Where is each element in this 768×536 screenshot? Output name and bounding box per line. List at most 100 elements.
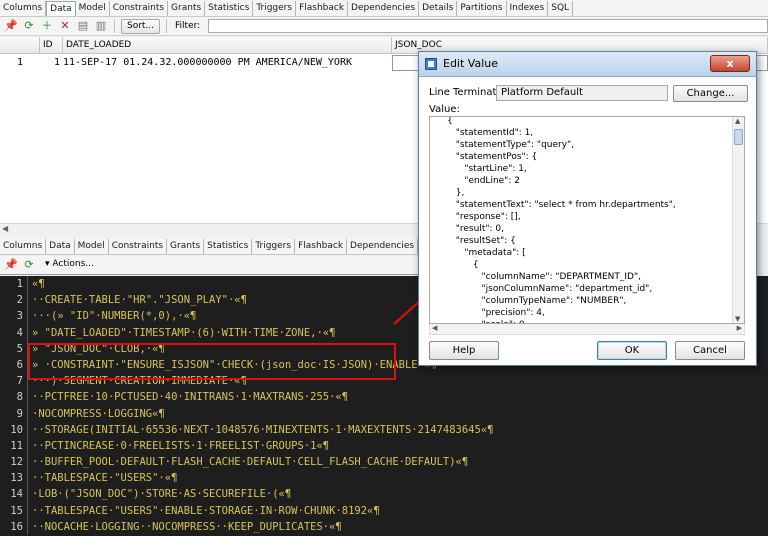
cell-date-loaded[interactable]: 11-SEP-17 01.24.32.000000000 PM AMERICA/… (63, 55, 392, 71)
code-text[interactable]: ··TABLESPACE·"USERS"·«¶ (28, 470, 177, 486)
value-horizontal-scrollbar[interactable]: ◀ ▶ (429, 324, 745, 335)
sql-toolbar: 📌 ⟳ ▾ Actions... (0, 256, 420, 275)
code-text[interactable]: ··PCTFREE·10·PCTUSED·40·INITRANS·1·MAXTR… (28, 389, 348, 405)
tab-flashback[interactable]: Flashback (296, 0, 349, 16)
tab-sql[interactable]: SQL (548, 0, 574, 16)
edit-value-icon (425, 58, 437, 70)
code-text[interactable]: ···(» "ID"·NUMBER(*,0),·«¶ (28, 308, 196, 324)
code-text[interactable]: ··PCTINCREASE·0·FREELISTS·1·FREELIST·GRO… (28, 438, 329, 454)
top-tab-strip: Columns Data Model Constraints Grants Statist… (0, 0, 768, 17)
code-line[interactable]: 15 ··TABLESPACE·"USERS"·ENABLE·STORAGE·IN… (0, 502, 768, 519)
row-number: 1 (0, 55, 40, 71)
code-text[interactable]: ··STORAGE(INITIAL·65536·NEXT·1048576·MIN… (28, 422, 493, 438)
tab-triggers[interactable]: Triggers (252, 238, 296, 254)
code-line[interactable]: 9 ·NOCOMPRESS·LOGGING«¶ (0, 405, 768, 422)
actions-button[interactable]: ▾ Actions... (40, 258, 99, 273)
scroll-down-icon[interactable]: ▼ (735, 315, 740, 323)
tab-model[interactable]: Model (76, 0, 110, 16)
delete-icon[interactable]: ✕ (58, 19, 72, 33)
help-button[interactable]: Help (429, 341, 499, 360)
tab-statistics[interactable]: Statistics (204, 238, 253, 254)
column-header-date-loaded[interactable]: DATE_LOADED (63, 37, 392, 54)
code-text[interactable]: » "DATE_LOADED"·TIMESTAMP·(6)·WITH·TIME·… (28, 325, 335, 341)
refresh-icon[interactable]: ⟳ (22, 19, 36, 33)
rollback-icon[interactable]: ▥ (94, 19, 108, 33)
tab-constraints[interactable]: Constraints (109, 238, 168, 254)
tab-triggers[interactable]: Triggers (253, 0, 297, 16)
highlight-box (28, 343, 396, 380)
line-number: 2 (0, 292, 28, 309)
dialog-titlebar[interactable]: Edit Value x (419, 52, 756, 77)
line-number: 14 (0, 486, 28, 503)
row-number-header (0, 37, 40, 54)
code-text[interactable]: ··BUFFER_POOL·DEFAULT·FLASH_CACHE·DEFAUL… (28, 454, 468, 470)
sort-button[interactable]: Sort... (121, 18, 161, 34)
bottom-tab-strip: Columns Data Model Constraints Grants Statist… (0, 238, 420, 255)
line-number: 16 (0, 518, 28, 535)
scroll-left-icon[interactable]: ◀ (432, 324, 437, 332)
scroll-thumb[interactable] (734, 129, 743, 145)
code-line[interactable]: 12 ··BUFFER_POOL·DEFAULT·FLASH_CACHE·DEFA… (0, 454, 768, 471)
line-number: 4 (0, 324, 28, 341)
code-text[interactable]: ··TABLESPACE·"USERS"·ENABLE·STORAGE·IN·R… (28, 503, 380, 519)
code-line[interactable]: 8 ··PCTFREE·10·PCTUSED·40·INITRANS·1·MAXT… (0, 389, 768, 406)
commit-icon[interactable]: ▤ (76, 19, 90, 33)
tab-grants[interactable]: Grants (168, 0, 206, 16)
tab-flashback[interactable]: Flashback (295, 238, 348, 254)
code-line[interactable]: 16 ··NOCACHE·LOGGING··NOCOMPRESS··KEEP_DU… (0, 518, 768, 535)
pin-icon[interactable]: 📌 (4, 258, 18, 272)
pin-icon[interactable]: 📌 (4, 19, 18, 33)
line-number: 13 (0, 470, 28, 487)
tab-dependencies[interactable]: Dependencies (348, 0, 420, 16)
code-line[interactable]: 10 ··STORAGE(INITIAL·65536·NEXT·1048576·M… (0, 421, 768, 438)
line-number: 3 (0, 308, 28, 325)
scroll-left-icon[interactable]: ◀ (2, 224, 8, 233)
tab-details[interactable]: Details (419, 0, 458, 16)
code-line[interactable]: 14 ·LOB·("JSON_DOC")·STORE·AS·SECUREFILE·… (0, 486, 768, 503)
change-button[interactable]: Change... (673, 85, 748, 102)
code-line[interactable]: 13 ··TABLESPACE·"USERS"·«¶ (0, 470, 768, 487)
code-line[interactable]: 11 ··PCTINCREASE·0·FREELISTS·1·FREELIST·G… (0, 437, 768, 455)
toolbar-separator (114, 19, 115, 33)
cell-id[interactable]: 1 (40, 55, 63, 71)
tab-columns[interactable]: Columns (0, 238, 47, 254)
filter-label: Filter: (175, 21, 201, 31)
tab-statistics[interactable]: Statistics (205, 0, 254, 16)
insert-row-icon[interactable]: ＋ (40, 19, 54, 33)
tab-partitions[interactable]: Partitions (457, 0, 507, 16)
tab-indexes[interactable]: Indexes (507, 0, 549, 16)
column-header-id[interactable]: ID (40, 37, 63, 54)
code-text[interactable]: «¶ (28, 276, 45, 292)
code-text[interactable]: ·NOCOMPRESS·LOGGING«¶ (28, 406, 165, 422)
scroll-up-icon[interactable]: ▲ (735, 117, 740, 125)
line-number: 7 (0, 373, 28, 390)
data-toolbar: 📌 ⟳ ＋ ✕ ▤ ▥ Sort... Filter: (0, 17, 768, 36)
close-button[interactable]: x (710, 55, 750, 72)
tab-columns[interactable]: Columns (0, 0, 47, 16)
value-vertical-scrollbar[interactable]: ▲ ▼ (732, 117, 744, 323)
tab-data[interactable]: Data (46, 0, 76, 16)
line-number: 12 (0, 454, 28, 471)
tab-model[interactable]: Model (75, 238, 109, 254)
line-number: 11 (0, 437, 28, 455)
tab-dependencies[interactable]: Dependencies (347, 238, 419, 254)
line-number: 5 (0, 340, 28, 357)
tab-grants[interactable]: Grants (167, 238, 205, 254)
tab-constraints[interactable]: Constraints (110, 0, 169, 16)
code-text[interactable]: ··NOCACHE·LOGGING··NOCOMPRESS··KEEP_DUPL… (28, 519, 342, 535)
value-textarea[interactable]: { "statementId": 1, "statementType": "qu… (429, 116, 745, 324)
code-text[interactable]: ·LOB·("JSON_DOC")·STORE·AS·SECUREFILE·(«… (28, 486, 291, 502)
line-number: 10 (0, 421, 28, 438)
tab-data[interactable]: Data (46, 238, 75, 254)
line-number: 8 (0, 389, 28, 406)
refresh-icon[interactable]: ⟳ (22, 258, 36, 272)
code-text[interactable]: ··CREATE·TABLE·"HR"."JSON_PLAY"·«¶ (28, 292, 247, 308)
value-text[interactable]: { "statementId": 1, "statementType": "qu… (430, 117, 730, 323)
cancel-button[interactable]: Cancel (675, 341, 745, 360)
line-terminator-field: Platform Default (496, 85, 668, 101)
filter-input[interactable] (208, 19, 768, 33)
scroll-right-icon[interactable]: ▶ (737, 324, 742, 332)
edit-value-dialog: Edit Value x Line Terminator: Platform D… (418, 51, 757, 366)
ok-button[interactable]: OK (597, 341, 667, 360)
line-number: 15 (0, 502, 28, 519)
